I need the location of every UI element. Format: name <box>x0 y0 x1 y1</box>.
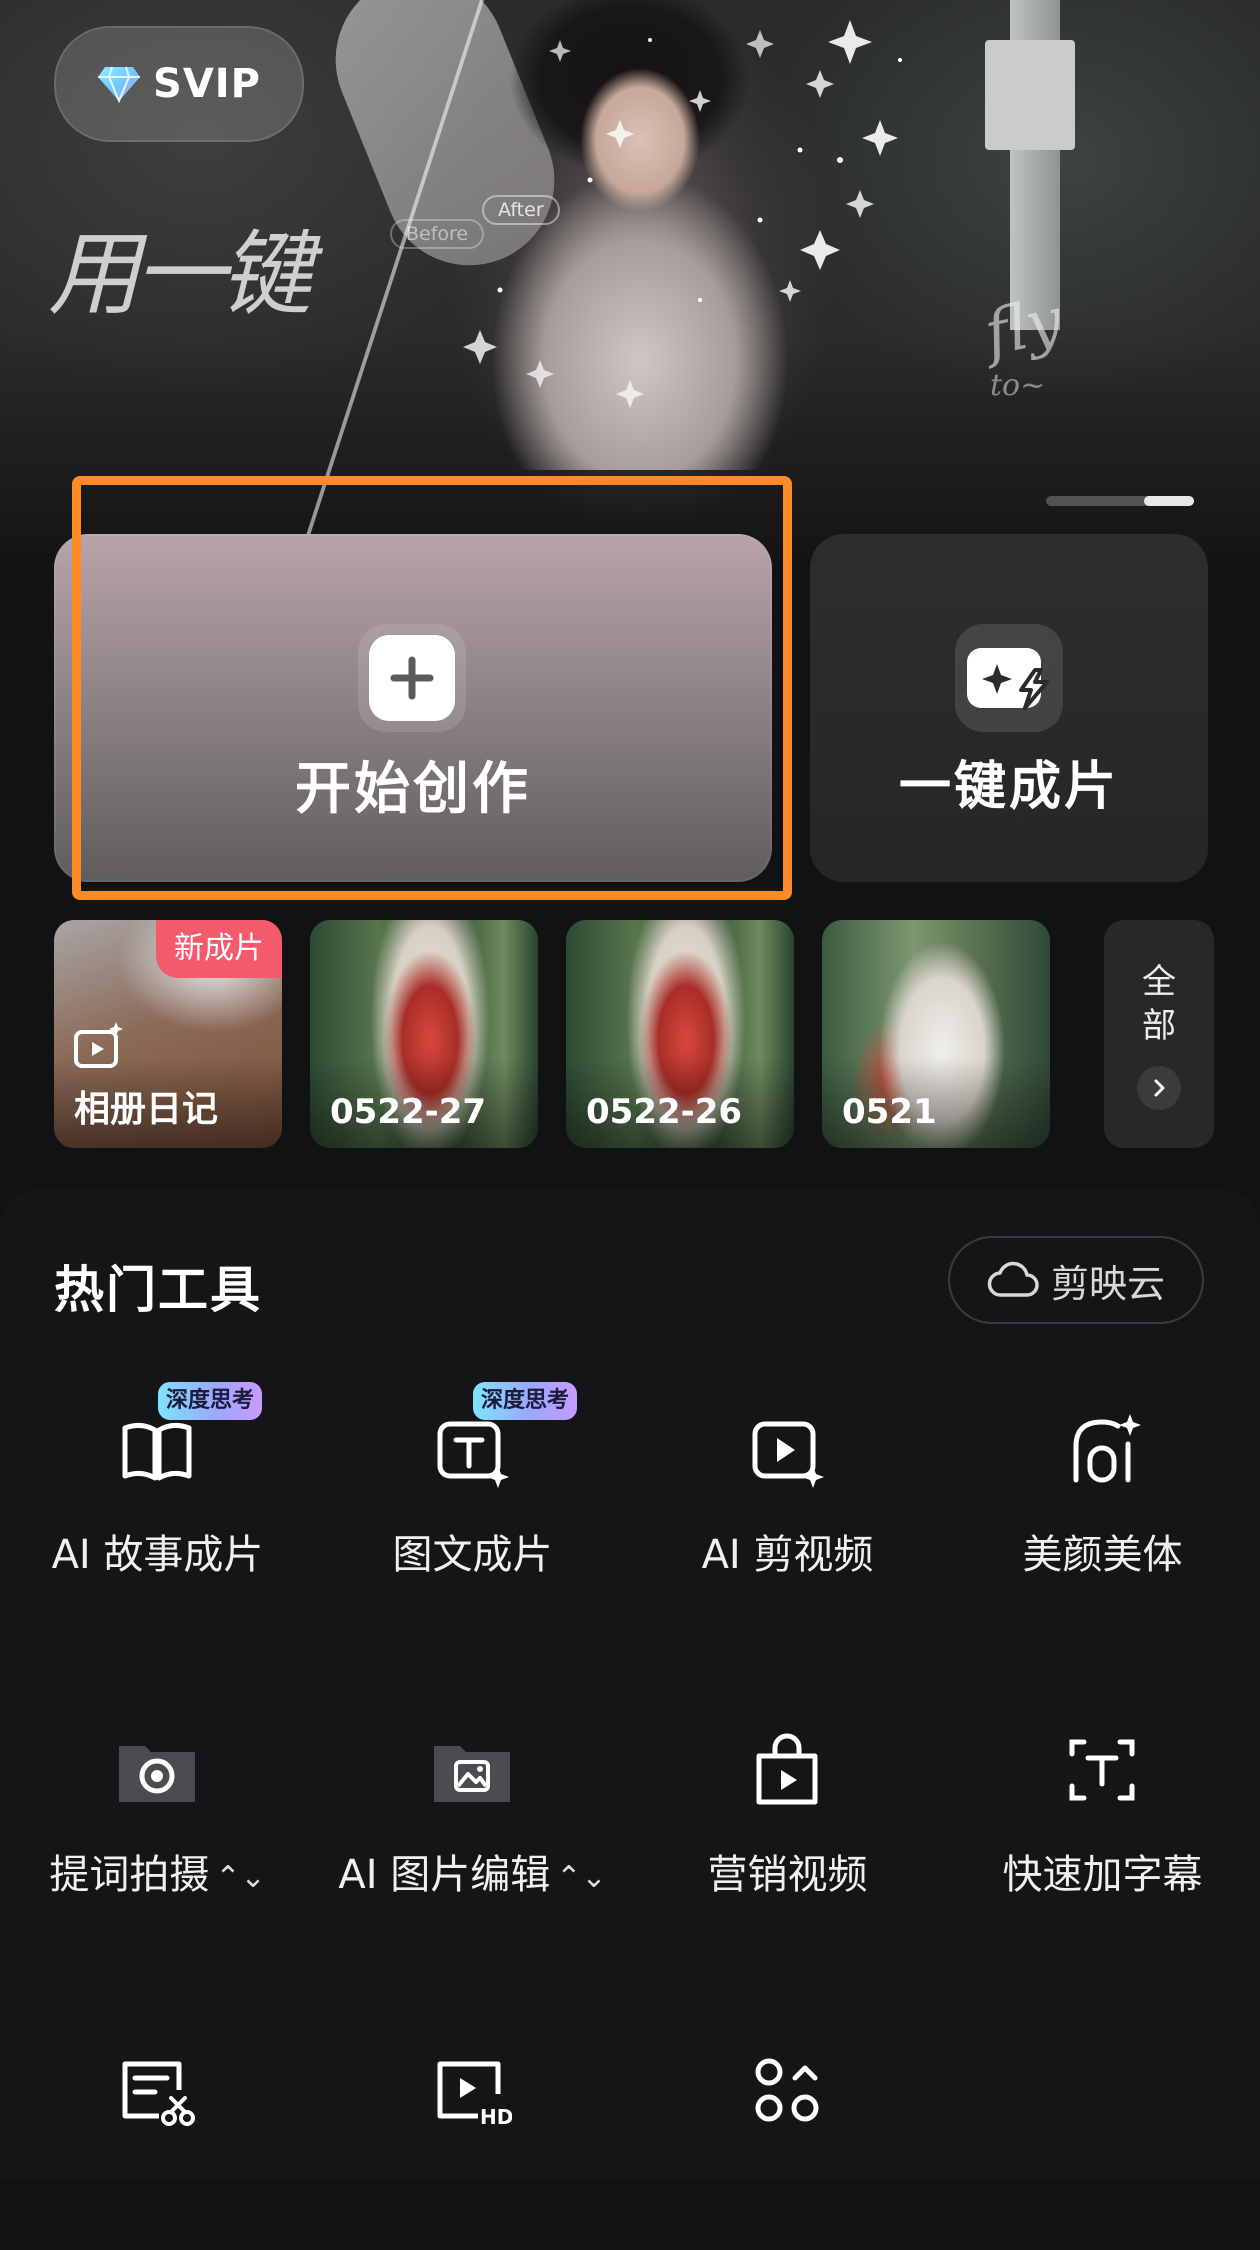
hot-tools-panel <box>0 1190 1260 2178</box>
draft-label: 0522-26 <box>586 1092 743 1132</box>
start-creating-label: 开始创作 <box>295 757 531 822</box>
before-label: Before <box>390 219 485 249</box>
plus-icon-container <box>358 624 466 732</box>
svip-label: SVIP <box>153 61 261 107</box>
beauty-icon <box>1073 1414 1141 1483</box>
tool-teleprompter-shoot[interactable]: 提词拍摄 ⌃⌄ <box>0 1730 315 1930</box>
carousel-active-thumb <box>1144 496 1194 506</box>
tool-quick-subtitles[interactable]: 快速加字幕 <box>945 1730 1260 1930</box>
sparkle-lightning-icon <box>967 648 1049 710</box>
hero-headline: 用一键 <box>48 221 312 328</box>
cloud-storage-button[interactable]: 剪映云 <box>948 1236 1204 1324</box>
hero-fly-text: fly <box>978 282 1069 371</box>
text-sparkle-icon <box>437 1421 509 1488</box>
one-click-label: 一键成片 <box>898 757 1119 817</box>
tool-beauty[interactable]: 美颜美体 <box>945 1410 1260 1610</box>
book-icon <box>122 1422 192 1481</box>
subtitle-icon <box>1069 1739 1135 1801</box>
draft-label: 相册日记 <box>74 1089 219 1130</box>
tool-label: AI 剪视频 <box>701 1532 874 1578</box>
hero-fly-subtext: to~ <box>990 368 1046 403</box>
draft-thumbnail[interactable]: 0522-27 <box>310 920 538 1148</box>
svg-text:HD: HD <box>480 2105 512 2129</box>
tool-label: 营销视频 <box>707 1852 868 1898</box>
after-label: After <box>482 195 560 225</box>
tool-label: 快速加字幕 <box>1002 1852 1203 1898</box>
diamond-icon <box>98 66 141 103</box>
tool-script-cut[interactable] <box>0 2050 315 2250</box>
script-cut-icon <box>122 2061 195 2126</box>
tool-image-text-video[interactable]: 深度思考 图文成片 <box>315 1382 630 1610</box>
tool-label: AI 故事成片 <box>51 1532 264 1578</box>
deep-thinking-badge: 深度思考 <box>473 1382 578 1420</box>
tool-ai-story-video[interactable]: 深度思考 AI 故事成片 <box>0 1382 315 1610</box>
recent-drafts-row: 新成片 相册日记 0522-27 0522-26 0521 全部 <box>54 920 1214 1150</box>
draft-thumbnail[interactable]: 0521 <box>822 920 1050 1148</box>
shopping-bag-video-icon <box>756 1733 818 1805</box>
one-click-video-button[interactable]: 一键成片 <box>810 534 1208 882</box>
cloud-button-label: 剪映云 <box>1050 1261 1165 1306</box>
draft-label: 0522-27 <box>330 1092 487 1132</box>
tool-more[interactable] <box>630 2050 945 2250</box>
tool-hd-video[interactable]: HD <box>315 2050 630 2250</box>
plus-icon <box>369 635 455 721</box>
video-sparkle-icon <box>752 1421 824 1488</box>
hero-banner[interactable]: SVIP 用一键 Before After fly to~ <box>0 0 1260 560</box>
draft-album-diary[interactable]: 新成片 相册日记 <box>54 920 282 1148</box>
sort-toggle-icon: ⌃⌄ <box>556 1859 607 1895</box>
start-creating-button[interactable]: 开始创作 <box>54 534 772 882</box>
tool-ai-image-edit[interactable]: AI 图片编辑 ⌃⌄ <box>315 1730 630 1930</box>
tool-marketing-video[interactable]: 营销视频 <box>630 1730 945 1930</box>
new-video-badge: 新成片 <box>156 920 282 978</box>
teleprompter-camera-icon <box>119 1746 195 1802</box>
tool-label: AI 图片编辑 ⌃⌄ <box>338 1852 607 1898</box>
deep-thinking-badge: 深度思考 <box>158 1382 263 1420</box>
album-video-icon <box>74 1022 123 1068</box>
tool-ai-edit-video[interactable]: AI 剪视频 <box>630 1410 945 1610</box>
view-all-label: 全部 <box>1142 962 1176 1046</box>
draft-label: 0521 <box>842 1092 937 1132</box>
tool-label: 美颜美体 <box>1022 1532 1183 1578</box>
draft-thumbnail[interactable]: 0522-26 <box>566 920 794 1148</box>
hd-video-icon: HD <box>437 2061 512 2129</box>
svip-badge[interactable]: SVIP <box>54 26 304 142</box>
sort-toggle-icon: ⌃⌄ <box>215 1859 266 1895</box>
more-tools-icon <box>755 2058 819 2122</box>
tool-label: 提词拍摄 ⌃⌄ <box>49 1852 266 1898</box>
hot-tools-title: 热门工具 <box>54 1261 262 1319</box>
carousel-indicator <box>1046 496 1194 506</box>
magic-icon-container <box>955 624 1063 732</box>
tool-label: 图文成片 <box>392 1532 553 1578</box>
view-all-drafts-button[interactable]: 全部 <box>1104 920 1214 1148</box>
chevron-right-icon <box>1137 1066 1181 1110</box>
image-edit-icon <box>434 1746 510 1802</box>
cloud-icon <box>987 1261 1039 1297</box>
